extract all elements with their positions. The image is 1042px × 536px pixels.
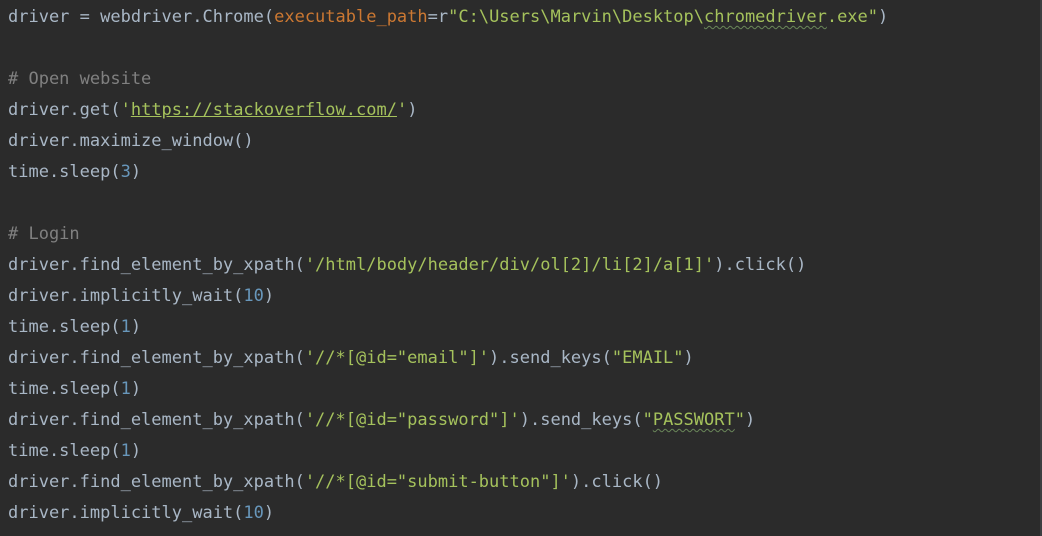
- code-token: driver.find_element_by_xpath(: [8, 348, 305, 368]
- number-token: 1: [120, 317, 131, 337]
- code-token: time.sleep(: [8, 441, 121, 461]
- code-line[interactable]: # Open website: [8, 64, 151, 95]
- code-token: time.sleep(: [8, 379, 121, 399]
- number-token: 10: [243, 503, 264, 523]
- code-line[interactable]: driver.implicitly_wait(10): [8, 281, 274, 312]
- parameter-token: executable_path: [274, 7, 428, 27]
- code-line[interactable]: driver = webdriver.Chrome(executable_pat…: [8, 2, 888, 33]
- code-token: time.sleep(: [8, 317, 121, 337]
- code-token: driver.find_element_by_xpath(: [8, 255, 305, 275]
- code-line[interactable]: driver.find_element_by_xpath('//*[@id="e…: [8, 343, 694, 374]
- comment-token: # Login: [8, 224, 80, 244]
- url-link[interactable]: https://stackoverflow.com/: [131, 100, 397, 120]
- number-token: 1: [120, 441, 131, 461]
- code-token: ): [263, 503, 275, 523]
- code-line[interactable]: driver.find_element_by_xpath('//*[@id="p…: [8, 405, 755, 436]
- code-token: driver.get(: [8, 100, 121, 120]
- code-token: ): [407, 100, 418, 120]
- code-token: driver.find_element_by_xpath(: [8, 472, 305, 492]
- string-token: '/html/body/header/div/ol[2]/li[2]/a[1]': [304, 255, 715, 275]
- code-line[interactable]: time.sleep(1): [8, 312, 141, 343]
- string-token: '//*[@id="email"]': [304, 348, 490, 368]
- code-line[interactable]: time.sleep(1): [8, 436, 141, 467]
- code-token: ): [683, 348, 694, 368]
- comment-token: # Open website: [8, 69, 152, 89]
- code-line[interactable]: driver.find_element_by_xpath('//*[@id="s…: [8, 467, 663, 498]
- code-token: time.sleep(: [8, 162, 121, 182]
- code-line[interactable]: driver.find_element_by_xpath('/html/body…: [8, 250, 806, 281]
- code-token: driver.find_element_by_xpath(: [8, 410, 305, 430]
- string-token: .exe": [826, 7, 879, 27]
- code-token: ): [130, 441, 142, 461]
- number-token: 1: [120, 379, 131, 399]
- code-line[interactable]: # Login: [8, 219, 80, 250]
- code-line[interactable]: time.sleep(3): [8, 157, 141, 188]
- code-token: ): [130, 317, 142, 337]
- code-editor[interactable]: driver = webdriver.Chrome(executable_pat…: [0, 0, 1042, 536]
- code-token: ): [130, 162, 142, 182]
- code-token: ): [263, 286, 275, 306]
- code-line[interactable]: driver.implicitly_wait(10): [8, 498, 274, 529]
- string-token: ': [120, 100, 131, 120]
- string-token: "EMAIL": [611, 348, 684, 368]
- code-line[interactable]: time.sleep(1): [8, 374, 141, 405]
- string-token: '//*[@id="password"]': [304, 410, 520, 430]
- code-token: ): [130, 379, 142, 399]
- string-token: ': [396, 100, 408, 120]
- code-token: ).click(): [570, 472, 664, 492]
- string-token: ": [734, 410, 745, 430]
- code-token: ): [878, 7, 889, 27]
- code-line[interactable]: driver.maximize_window(): [8, 126, 254, 157]
- code-token: driver.implicitly_wait(: [8, 286, 244, 306]
- code-token: ).send_keys(: [519, 410, 643, 430]
- number-token: 3: [120, 162, 131, 182]
- number-token: 10: [243, 286, 264, 306]
- code-line[interactable]: driver.get('https://stackoverflow.com/'): [8, 95, 417, 126]
- string-token: ": [642, 410, 653, 430]
- code-token: driver.maximize_window(): [8, 131, 254, 151]
- code-token: ).click(): [714, 255, 807, 275]
- code-token: =r: [427, 7, 449, 27]
- code-token: driver.implicitly_wait(: [8, 503, 244, 523]
- code-token: driver = webdriver.Chrome(: [8, 7, 275, 27]
- string-token: PASSWORT: [652, 410, 735, 430]
- string-token: "C:\Users\Marvin\Desktop\: [448, 7, 704, 27]
- string-token: '//*[@id="submit-button"]': [304, 472, 571, 492]
- code-token: ).send_keys(: [489, 348, 612, 368]
- code-token: ): [744, 410, 756, 430]
- string-token: chromedriver: [704, 7, 827, 27]
